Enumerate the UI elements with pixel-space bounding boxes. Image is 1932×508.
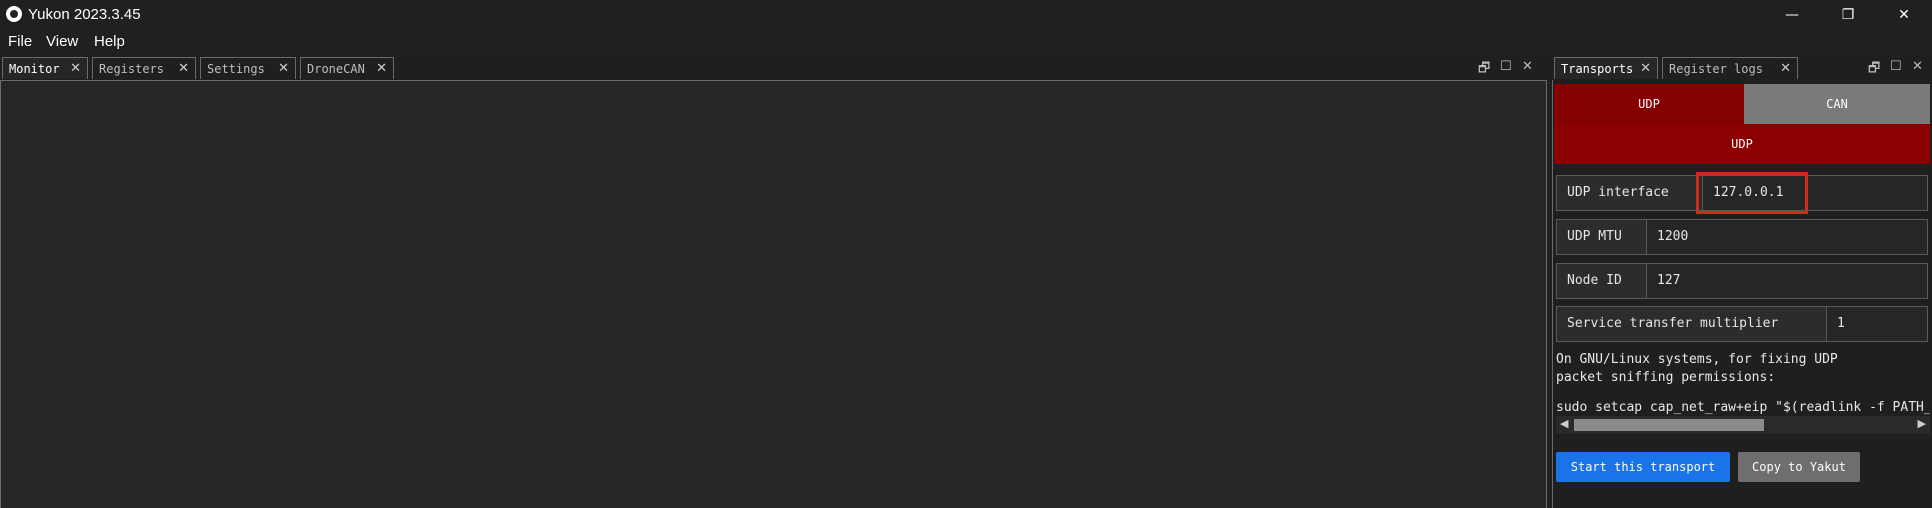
can-option-button[interactable]: CAN [1744, 84, 1930, 124]
udp-mtu-input[interactable]: 1200 [1647, 220, 1932, 254]
tab-transports[interactable]: Transports ✕ [1554, 57, 1658, 79]
monitor-content-area [0, 80, 1547, 508]
highlight-box [1696, 172, 1808, 214]
close-tab-icon[interactable]: ✕ [70, 58, 81, 80]
menu-help[interactable]: Help [94, 33, 125, 50]
selected-transport-label: UDP [1731, 137, 1753, 151]
scroll-left-icon[interactable]: ◀ [1560, 417, 1568, 430]
setcap-command: sudo setcap cap_net_raw+eip "$(readlink … [1556, 400, 1930, 415]
copy-to-yakut-button[interactable]: Copy to Yakut [1738, 452, 1860, 482]
udp-interface-label: UDP interface [1557, 176, 1703, 210]
tab-label: Register logs [1669, 62, 1763, 76]
tab-settings[interactable]: Settings ✕ [200, 57, 296, 79]
tab-label: Registers [99, 62, 165, 76]
udp-mtu-field: UDP MTU 1200 [1556, 219, 1928, 255]
node-id-field: Node ID 127 [1556, 263, 1928, 299]
app-logo-icon [6, 6, 22, 22]
menu-file[interactable]: File [8, 33, 32, 50]
menu-bar: File View Help [0, 30, 1932, 54]
close-tab-icon[interactable]: ✕ [376, 58, 387, 80]
close-tab-icon[interactable]: ✕ [1640, 58, 1651, 80]
maximize-pane-icon[interactable]: ☐ [1890, 59, 1902, 74]
udp-mtu-label: UDP MTU [1557, 220, 1647, 254]
start-transport-button[interactable]: Start this transport [1556, 452, 1730, 482]
close-pane-icon[interactable]: ✕ [1912, 59, 1923, 74]
left-tab-bar: Monitor ✕ Registers ✕ Settings ✕ DroneCA… [0, 54, 1549, 80]
maximize-pane-icon[interactable]: ☐ [1500, 59, 1512, 74]
close-pane-icon[interactable]: ✕ [1522, 59, 1533, 74]
scroll-right-icon[interactable]: ▶ [1918, 417, 1926, 430]
service-multiplier-label: Service transfer multiplier [1557, 307, 1827, 341]
service-multiplier-field: Service transfer multiplier 1 [1556, 306, 1928, 342]
transport-selector: UDP CAN UDP [1554, 84, 1930, 164]
float-pane-icon[interactable]: 🗗 [1478, 59, 1490, 81]
tab-registers[interactable]: Registers ✕ [92, 57, 196, 79]
title-bar: Yukon 2023.3.45 — ❐ ✕ [0, 0, 1932, 30]
restore-button[interactable]: ❐ [1820, 0, 1876, 30]
permissions-note-line1: On GNU/Linux systems, for fixing UDP [1556, 352, 1838, 367]
service-multiplier-input[interactable]: 1 [1827, 307, 1932, 341]
tab-label: DroneCAN [307, 62, 365, 76]
command-scrollbar[interactable]: ◀ ▶ [1556, 416, 1930, 434]
monitor-pane: Monitor ✕ Registers ✕ Settings ✕ DroneCA… [0, 54, 1549, 508]
permissions-note-line2: packet sniffing permissions: [1556, 370, 1776, 385]
tab-dronecan[interactable]: DroneCAN ✕ [300, 57, 394, 79]
minimize-button[interactable]: — [1764, 0, 1820, 30]
close-tab-icon[interactable]: ✕ [278, 58, 289, 80]
node-id-label: Node ID [1557, 264, 1647, 298]
window-title: Yukon 2023.3.45 [28, 6, 141, 23]
scroll-thumb[interactable] [1574, 419, 1764, 431]
close-tab-icon[interactable]: ✕ [178, 58, 189, 80]
tab-register-logs[interactable]: Register logs ✕ [1662, 57, 1798, 79]
tab-label: Transports [1561, 62, 1634, 76]
tab-label: Settings [207, 62, 265, 76]
menu-view[interactable]: View [46, 33, 78, 50]
node-id-input[interactable]: 127 [1647, 264, 1932, 298]
close-window-button[interactable]: ✕ [1876, 0, 1932, 30]
tab-label: Monitor [9, 62, 60, 76]
float-pane-icon[interactable]: 🗗 [1868, 59, 1880, 81]
tab-monitor[interactable]: Monitor ✕ [2, 57, 88, 79]
close-tab-icon[interactable]: ✕ [1780, 58, 1791, 80]
right-tab-bar: Transports ✕ Register logs ✕ 🗗 ☐ ✕ [1552, 54, 1932, 80]
udp-option-button[interactable]: UDP [1554, 84, 1744, 124]
